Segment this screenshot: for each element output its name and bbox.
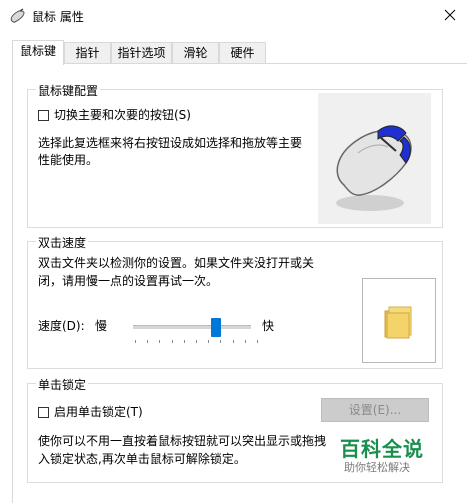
click-lock-description-2: 入锁定状态,再次单击鼠标可解除锁定。 — [38, 452, 246, 466]
double-click-description-2: 闭，请用慢一点的设置再试一次。 — [38, 274, 219, 288]
speed-slider-tick — [232, 340, 234, 343]
close-icon — [444, 9, 456, 21]
title-bar: 鼠标 属性 — [0, 0, 467, 32]
watermark-logo: 百科全说 助你轻松解决 — [330, 433, 460, 478]
switch-buttons-description-1: 选择此复选框来将右按钮设成如选择和拖放等主要 — [38, 136, 303, 150]
fast-label: 快 — [262, 319, 275, 333]
window-title: 鼠标 属性 — [32, 10, 84, 24]
speed-slider-track[interactable] — [133, 325, 251, 329]
speed-slider-tick — [196, 340, 197, 343]
switch-buttons-description-2: 性能使用。 — [38, 153, 99, 167]
watermark-sub-text: 助你轻松解决 — [344, 461, 410, 474]
switch-buttons-label[interactable]: 切换主要和次要的按钮(S) — [54, 107, 191, 123]
button-config-title: 鼠标键配置 — [36, 82, 101, 99]
speed-slider-tick — [147, 340, 149, 343]
speed-slider-tick — [208, 340, 210, 343]
speed-label: 速度(D): — [38, 319, 85, 333]
switch-buttons-checkbox[interactable] — [38, 110, 49, 121]
click-lock-checkbox[interactable] — [38, 407, 49, 418]
mouse-icon — [9, 8, 27, 24]
mouse-illustration — [318, 93, 431, 224]
click-lock-settings-button[interactable]: 设置(E)... — [321, 398, 429, 422]
tab-pointer-options[interactable]: 指针选项 — [111, 42, 172, 63]
folder-icon[interactable] — [383, 305, 413, 339]
speed-slider-tick — [220, 340, 222, 343]
double-click-description-1: 双击文件夹以检测你的设置。如果文件夹没打开或关 — [38, 256, 315, 270]
click-lock-label[interactable]: 启用单击锁定(T) — [54, 404, 143, 420]
slow-label: 慢 — [95, 319, 108, 333]
speed-slider-tick — [171, 340, 173, 343]
speed-slider-tick — [159, 340, 161, 343]
watermark-main-text: 百科全说 — [340, 437, 424, 461]
tab-pointers[interactable]: 指针 — [64, 42, 111, 63]
click-lock-description-1: 使你可以不用一直按着鼠标按钮就可以突出显示或拖拽 — [38, 434, 327, 448]
tab-wheel[interactable]: 滑轮 — [172, 42, 219, 63]
speed-slider-tick — [257, 340, 258, 343]
close-button[interactable] — [438, 4, 462, 26]
tab-buttons[interactable]: 鼠标键 — [12, 40, 64, 65]
speed-slider-thumb[interactable] — [211, 318, 221, 337]
tab-hardware[interactable]: 硬件 — [219, 42, 266, 63]
double-click-test-area[interactable] — [362, 278, 436, 363]
speed-slider-tick — [135, 340, 136, 343]
double-click-title: 双击速度 — [36, 234, 89, 251]
speed-slider-tick — [244, 340, 246, 343]
speed-slider-tick — [183, 340, 185, 343]
click-lock-title: 单击锁定 — [36, 376, 89, 393]
